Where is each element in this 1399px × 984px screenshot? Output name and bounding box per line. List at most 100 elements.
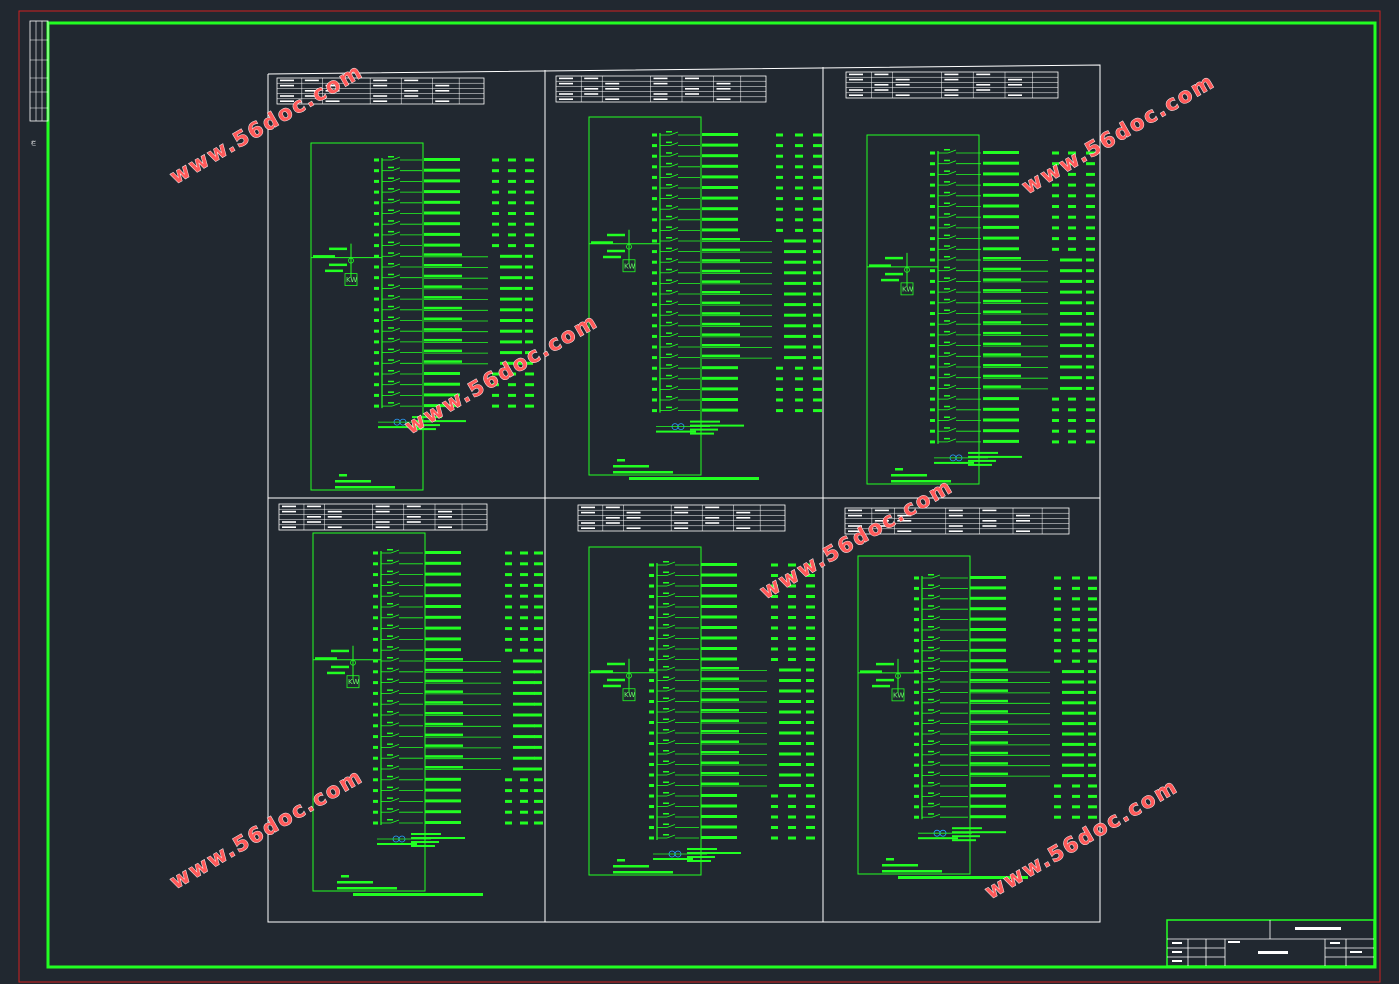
circuit-row[interactable] (914, 657, 1097, 663)
circuit-row[interactable] (914, 771, 1096, 778)
distribution-panel-p4[interactable]: KW (278, 503, 543, 896)
circuit-row[interactable] (930, 191, 1095, 198)
circuit-row[interactable] (374, 273, 533, 280)
circuit-row[interactable] (652, 290, 821, 296)
circuit-row[interactable] (652, 364, 822, 370)
circuit-row[interactable] (373, 646, 543, 652)
circuit-row[interactable] (930, 181, 1095, 187)
circuit-row[interactable] (373, 700, 542, 706)
circuit-row[interactable] (374, 177, 534, 183)
circuit-row[interactable] (373, 797, 543, 803)
circuit-row[interactable] (649, 739, 814, 746)
circuit-row[interactable] (652, 131, 822, 137)
circuit-row[interactable] (374, 284, 533, 290)
title-block[interactable] (1166, 919, 1375, 967)
circuit-row[interactable] (914, 594, 1097, 601)
circuit-row[interactable] (652, 332, 821, 338)
circuit-row[interactable] (373, 570, 543, 577)
circuit-row[interactable] (373, 743, 542, 749)
circuit-row[interactable] (914, 574, 1097, 580)
circuit-row[interactable] (652, 184, 822, 190)
circuit-row[interactable] (649, 645, 815, 651)
circuit-row[interactable] (374, 295, 533, 301)
circuit-row[interactable] (930, 223, 1095, 230)
cad-drawing-canvas[interactable]: 栏 KWKWKWKWKW KW www.56doc.com www.56doc.… (0, 0, 1399, 984)
circuit-row[interactable] (652, 268, 821, 275)
circuit-row[interactable] (930, 373, 1094, 380)
distribution-panel-p3[interactable]: KW (845, 71, 1095, 485)
circuit-row[interactable] (652, 311, 821, 317)
circuit-row[interactable] (374, 166, 534, 173)
circuit-row[interactable] (930, 341, 1094, 348)
circuit-row[interactable] (373, 667, 542, 674)
circuit-row[interactable] (373, 603, 543, 609)
circuit-row[interactable] (373, 581, 543, 587)
circuit-row[interactable] (649, 802, 815, 809)
circuit-row[interactable] (914, 730, 1096, 736)
circuit-row[interactable] (652, 226, 822, 232)
circuit-row[interactable] (374, 156, 534, 162)
circuit-row[interactable] (373, 819, 543, 825)
circuit-row[interactable] (649, 613, 815, 620)
circuit-row[interactable] (373, 711, 542, 717)
circuit-row[interactable] (649, 792, 815, 798)
circuit-row[interactable] (930, 384, 1094, 390)
circuit-row[interactable] (930, 234, 1095, 241)
circuit-row[interactable] (914, 792, 1097, 798)
circuit-row[interactable] (649, 676, 814, 683)
circuit-row[interactable] (374, 220, 534, 226)
circuit-row[interactable] (930, 320, 1094, 326)
circuit-row[interactable] (374, 188, 534, 194)
circuit-row[interactable] (652, 237, 821, 243)
circuit-row[interactable] (930, 395, 1095, 401)
circuit-row[interactable] (373, 765, 542, 771)
circuit-row[interactable] (930, 352, 1094, 358)
circuit-row[interactable] (652, 258, 821, 264)
circuit-row[interactable] (373, 808, 543, 814)
circuit-row[interactable] (914, 667, 1096, 674)
circuit-row[interactable] (373, 613, 543, 620)
circuit-row[interactable] (374, 198, 534, 205)
circuit-row[interactable] (649, 666, 814, 672)
circuit-row[interactable] (930, 266, 1094, 273)
circuit-row[interactable] (649, 729, 814, 735)
circuit-row[interactable] (652, 406, 822, 413)
circuit-row[interactable] (374, 316, 533, 323)
circuit-row[interactable] (373, 689, 542, 695)
circuit-row[interactable] (914, 605, 1097, 611)
circuit-row[interactable] (649, 771, 814, 777)
circuit-row[interactable] (930, 363, 1094, 369)
circuit-row[interactable] (914, 750, 1096, 757)
circuit-row[interactable] (373, 559, 543, 566)
circuit-row[interactable] (652, 396, 822, 402)
circuit-row[interactable] (649, 687, 814, 693)
circuit-row[interactable] (914, 584, 1097, 590)
circuit-row[interactable] (649, 781, 814, 788)
circuit-row[interactable] (374, 252, 533, 258)
circuit-row[interactable] (649, 823, 815, 830)
circuit-row[interactable] (914, 782, 1097, 788)
circuit-row[interactable] (649, 718, 814, 725)
circuit-row[interactable] (652, 205, 822, 211)
circuit-row[interactable] (374, 241, 534, 248)
circuit-row[interactable] (374, 327, 533, 333)
circuit-row[interactable] (373, 678, 542, 685)
circuit-row[interactable] (930, 298, 1094, 305)
circuit-row[interactable] (930, 405, 1095, 412)
circuit-row[interactable] (373, 754, 542, 760)
circuit-row[interactable] (914, 802, 1097, 809)
circuit-row[interactable] (914, 626, 1097, 632)
circuit-row[interactable] (930, 437, 1095, 444)
circuit-row[interactable] (649, 750, 814, 756)
circuit-row[interactable] (930, 288, 1094, 294)
circuit-row[interactable] (652, 300, 821, 307)
circuit-row[interactable] (652, 162, 822, 169)
circuit-row[interactable] (914, 719, 1096, 726)
circuit-row[interactable] (930, 245, 1095, 251)
circuit-row[interactable] (914, 678, 1096, 684)
circuit-row[interactable] (914, 636, 1097, 642)
circuit-row[interactable] (652, 215, 822, 222)
circuit-row[interactable] (930, 277, 1094, 283)
cad-viewport[interactable]: 栏 KW KW KW KW KW KW www.56doc.com www.56… (0, 0, 1399, 984)
circuit-row[interactable] (649, 624, 815, 630)
